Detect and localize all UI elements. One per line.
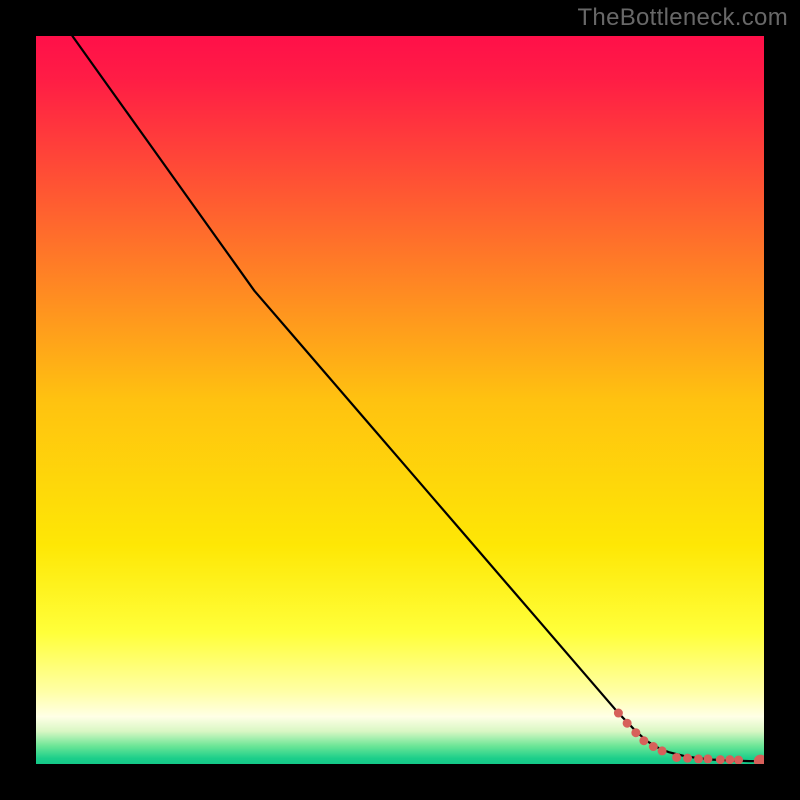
data-point xyxy=(694,754,703,763)
chart-frame: TheBottleneck.com xyxy=(0,0,800,800)
data-point xyxy=(614,709,623,718)
gradient-background xyxy=(36,36,764,764)
data-point xyxy=(623,719,632,728)
data-point xyxy=(649,742,658,751)
data-point xyxy=(658,746,667,755)
watermark-text: TheBottleneck.com xyxy=(577,4,788,32)
data-point xyxy=(725,755,734,764)
data-point xyxy=(672,753,681,762)
data-point xyxy=(703,754,712,763)
chart-svg xyxy=(36,36,764,764)
data-point xyxy=(639,736,648,745)
data-point xyxy=(683,754,692,763)
data-point xyxy=(631,728,640,737)
data-point xyxy=(716,755,725,764)
plot-area xyxy=(36,36,764,764)
